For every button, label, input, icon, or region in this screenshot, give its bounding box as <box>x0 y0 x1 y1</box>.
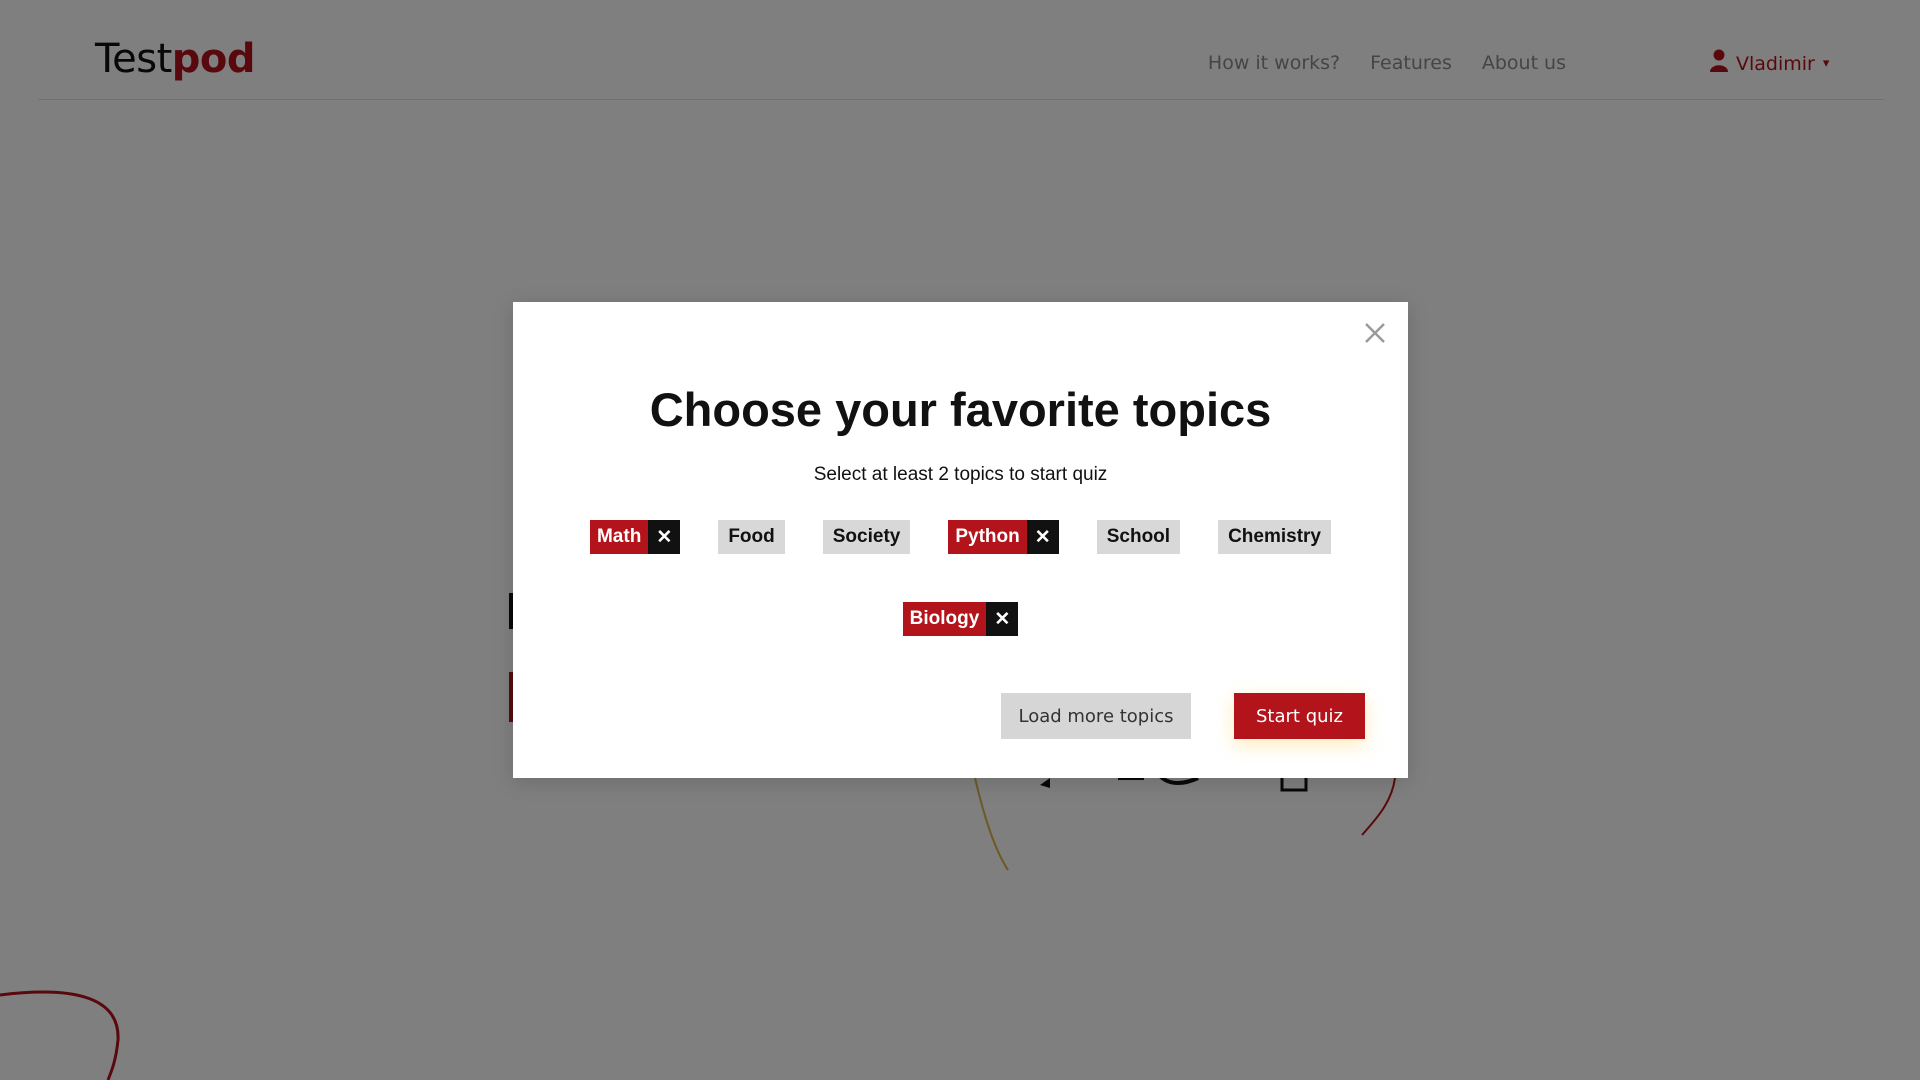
topic-label: Biology <box>902 602 987 636</box>
topic-chip-school[interactable]: School <box>1096 520 1181 554</box>
modal-actions: Load more topics Start quiz <box>1001 693 1365 739</box>
topic-label: School <box>1106 526 1171 547</box>
modal-subtitle: Select at least 2 topics to start quiz <box>813 464 1108 485</box>
topic-chip-biology[interactable]: Biology ✕ <box>902 602 1019 636</box>
remove-topic-icon[interactable]: ✕ <box>1026 520 1059 554</box>
close-button[interactable] <box>1360 318 1390 348</box>
load-more-topics-button[interactable]: Load more topics <box>1001 693 1191 739</box>
topic-chip-food[interactable]: Food <box>718 520 785 554</box>
topic-chip-chemistry[interactable]: Chemistry <box>1218 520 1331 554</box>
topic-label: Chemistry <box>1228 526 1321 547</box>
topics-modal: Choose your favorite topics Select at le… <box>513 302 1408 778</box>
remove-topic-icon[interactable]: ✕ <box>648 520 681 554</box>
modal-title: Choose your favorite topics <box>649 383 1272 436</box>
topics-row: Math ✕ Food Society Python ✕ School Chem… <box>513 520 1408 554</box>
topic-label: Python <box>948 520 1027 554</box>
topic-label: Society <box>832 526 901 547</box>
remove-topic-icon[interactable]: ✕ <box>986 602 1019 636</box>
topics-row: Biology ✕ <box>513 602 1408 636</box>
topic-label: Math <box>589 520 649 554</box>
topic-chip-math[interactable]: Math ✕ <box>589 520 681 554</box>
start-quiz-button[interactable]: Start quiz <box>1234 693 1365 739</box>
close-icon <box>1365 323 1385 343</box>
topic-chip-python[interactable]: Python ✕ <box>948 520 1059 554</box>
topic-chip-society[interactable]: Society <box>822 520 911 554</box>
topic-label: Food <box>728 526 775 547</box>
